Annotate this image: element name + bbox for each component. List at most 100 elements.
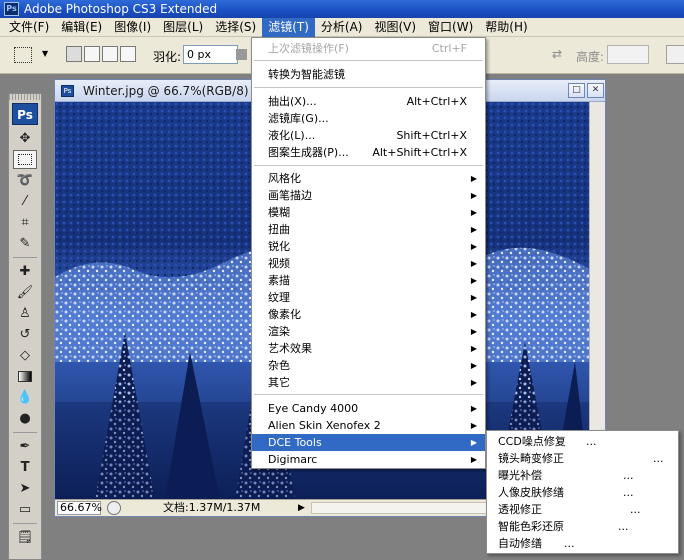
- submenu-arrow-icon: ▶: [470, 242, 477, 251]
- notes-tool-icon[interactable]: 🗒: [13, 528, 37, 547]
- menu-item-sharpen[interactable]: 锐化 ▶: [252, 238, 485, 255]
- close-icon[interactable]: ✕: [587, 83, 604, 98]
- menu-divider: [254, 394, 483, 395]
- menu-item-digimarc[interactable]: Digimarc ▶: [252, 451, 485, 468]
- submenu-item-lens-distortion[interactable]: 镜头畸变修正...: [487, 450, 678, 467]
- menu-filter[interactable]: 滤镜(T): [262, 17, 315, 37]
- submenu-item-exposure[interactable]: 曝光补偿...: [487, 467, 678, 484]
- menu-item-pattern-maker[interactable]: 图案生成器(P)... Alt+Shift+Ctrl+X: [252, 144, 485, 161]
- menu-bar: 文件(F) 编辑(E) 图像(I) 图层(L) 选择(S) 滤镜(T) 分析(A…: [0, 17, 684, 37]
- menu-item-blur[interactable]: 模糊 ▶: [252, 204, 485, 221]
- menu-item-brush-strokes[interactable]: 画笔描边 ▶: [252, 187, 485, 204]
- menu-analysis[interactable]: 分析(A): [315, 18, 369, 37]
- slice-tool-icon[interactable]: ✎: [13, 234, 37, 253]
- submenu-arrow-icon: ▶: [470, 293, 477, 302]
- menu-select[interactable]: 选择(S): [209, 18, 262, 37]
- menu-item-pixelate[interactable]: 像素化 ▶: [252, 306, 485, 323]
- menu-item-shortcut: Alt+Shift+Ctrl+X: [372, 146, 467, 159]
- menu-item-distort[interactable]: 扭曲 ▶: [252, 221, 485, 238]
- menu-item-label: 风格化: [268, 172, 301, 185]
- swap-icon[interactable]: ⇄: [552, 47, 562, 61]
- status-info-icon[interactable]: [107, 501, 121, 515]
- crop-tool-icon[interactable]: ⌗: [13, 213, 37, 232]
- menu-item-label: 转换为智能滤镜: [268, 68, 345, 81]
- antialias-checkbox[interactable]: [236, 49, 247, 60]
- chevron-down-icon[interactable]: ▼: [42, 49, 48, 58]
- height-input[interactable]: [607, 45, 649, 64]
- filter-menu: 上次滤镜操作(F) Ctrl+F 转换为智能滤镜 抽出(X)... Alt+Ct…: [251, 37, 486, 469]
- menu-item-label: 画笔描边: [268, 189, 312, 202]
- subtract-selection-icon[interactable]: [102, 46, 118, 62]
- submenu-arrow-icon: ▶: [470, 421, 477, 430]
- menu-item-stylize[interactable]: 风格化 ▶: [252, 170, 485, 187]
- menu-item-label: DCE Tools: [268, 436, 322, 449]
- menu-image[interactable]: 图像(I): [108, 18, 157, 37]
- menu-item-label: 扭曲: [268, 223, 290, 236]
- path-select-icon[interactable]: ➤: [13, 479, 37, 498]
- submenu-item-ccd-noise[interactable]: CCD噪点修复...: [487, 433, 678, 450]
- brush-tool-icon[interactable]: 🖌: [13, 283, 37, 302]
- marquee-tool-icon[interactable]: [13, 150, 37, 169]
- menu-item-extract[interactable]: 抽出(X)... Alt+Ctrl+X: [252, 93, 485, 110]
- eraser-icon[interactable]: ◇: [13, 346, 37, 365]
- menu-item-alien-skin[interactable]: Alien Skin Xenofex 2 ▶: [252, 417, 485, 434]
- history-brush-icon[interactable]: ↺: [13, 325, 37, 344]
- new-selection-icon[interactable]: [66, 46, 82, 62]
- magic-wand-icon[interactable]: ⁄: [13, 192, 37, 211]
- clone-stamp-icon[interactable]: ♙: [13, 304, 37, 323]
- menu-item-convert-smart-filter[interactable]: 转换为智能滤镜: [252, 66, 485, 83]
- intersect-selection-icon[interactable]: [120, 46, 136, 62]
- menu-layer[interactable]: 图层(L): [157, 18, 209, 37]
- menu-item-dce-tools[interactable]: DCE Tools ▶: [252, 434, 485, 451]
- refine-edge-button[interactable]: [666, 45, 684, 64]
- pen-tool-icon[interactable]: ✒: [13, 437, 37, 456]
- submenu-item-perspective[interactable]: 透视修正...: [487, 501, 678, 518]
- dce-tools-submenu: CCD噪点修复... 镜头畸变修正... 曝光补偿... 人像皮肤修缮... 透…: [486, 430, 679, 554]
- submenu-arrow-icon: ▶: [470, 327, 477, 336]
- feather-label: 羽化:: [153, 50, 182, 64]
- menu-item-filter-gallery[interactable]: 滤镜库(G)...: [252, 110, 485, 127]
- gradient-tool-icon[interactable]: [13, 367, 37, 386]
- menu-edit[interactable]: 编辑(E): [55, 18, 108, 37]
- menu-item-label: 素描: [268, 274, 290, 287]
- menu-item-noise[interactable]: 杂色 ▶: [252, 357, 485, 374]
- menu-window[interactable]: 窗口(W): [422, 18, 479, 37]
- add-selection-icon[interactable]: [84, 46, 100, 62]
- toolbox-grip[interactable]: [9, 94, 41, 100]
- move-tool-icon[interactable]: ✥: [13, 129, 37, 148]
- menu-item-sketch[interactable]: 素描 ▶: [252, 272, 485, 289]
- ellipsis: ...: [653, 452, 664, 465]
- feather-input[interactable]: 0 px: [183, 45, 238, 64]
- marquee-preset-icon[interactable]: [14, 47, 32, 63]
- menu-view[interactable]: 视图(V): [368, 18, 422, 37]
- menu-item-label: CCD噪点修复: [498, 435, 566, 448]
- menu-help[interactable]: 帮助(H): [479, 18, 533, 37]
- submenu-item-color-restore[interactable]: 智能色彩还原...: [487, 518, 678, 535]
- menu-item-texture[interactable]: 纹理 ▶: [252, 289, 485, 306]
- menu-item-label: 纹理: [268, 291, 290, 304]
- maximize-icon[interactable]: □: [568, 83, 585, 98]
- status-menu-arrow-icon[interactable]: ▶: [298, 500, 305, 516]
- menu-item-render[interactable]: 渲染 ▶: [252, 323, 485, 340]
- shape-tool-icon[interactable]: ▭: [13, 500, 37, 519]
- menu-item-artistic[interactable]: 艺术效果 ▶: [252, 340, 485, 357]
- submenu-arrow-icon: ▶: [470, 455, 477, 464]
- blur-tool-icon[interactable]: 💧: [13, 388, 37, 407]
- submenu-arrow-icon: ▶: [470, 208, 477, 217]
- menu-file[interactable]: 文件(F): [3, 18, 55, 37]
- lasso-tool-icon[interactable]: ➰: [13, 171, 37, 190]
- submenu-arrow-icon: ▶: [470, 378, 477, 387]
- type-tool-icon[interactable]: T: [13, 458, 37, 477]
- menu-item-other[interactable]: 其它 ▶: [252, 374, 485, 391]
- menu-item-label: 艺术效果: [268, 342, 312, 355]
- zoom-field[interactable]: 66.67%: [57, 501, 102, 515]
- dodge-tool-icon[interactable]: ●: [13, 409, 37, 428]
- submenu-item-auto-fix[interactable]: 自动修缮...: [487, 535, 678, 552]
- menu-item-liquify[interactable]: 液化(L)... Shift+Ctrl+X: [252, 127, 485, 144]
- menu-item-last-filter[interactable]: 上次滤镜操作(F) Ctrl+F: [252, 40, 485, 57]
- healing-brush-icon[interactable]: ✚: [13, 262, 37, 281]
- menu-item-video[interactable]: 视频 ▶: [252, 255, 485, 272]
- menu-item-eye-candy[interactable]: Eye Candy 4000 ▶: [252, 400, 485, 417]
- ps-logo[interactable]: Ps: [12, 103, 38, 125]
- submenu-item-skin[interactable]: 人像皮肤修缮...: [487, 484, 678, 501]
